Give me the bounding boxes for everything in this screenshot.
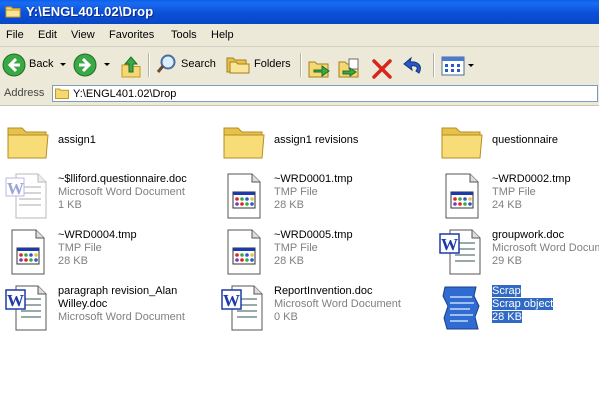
- file-size: 28 KB: [58, 255, 88, 267]
- folder-icon: [441, 127, 483, 159]
- up-folder-icon[interactable]: [120, 52, 142, 82]
- search-icon: [156, 54, 176, 73]
- forward-button[interactable]: [73, 50, 113, 80]
- svg-text:W: W: [223, 291, 240, 310]
- file-item[interactable]: ~WRD0004.tmp TMP File 28 KB: [4, 228, 219, 276]
- views-button[interactable]: [441, 50, 475, 80]
- address-input[interactable]: Y:\ENGL401.02\Drop: [52, 85, 598, 102]
- toolbar-separator: [433, 53, 435, 77]
- file-name: ~$lliford.questionnaire.doc: [58, 173, 187, 185]
- folders-button[interactable]: Folders: [226, 50, 294, 80]
- move-to-icon[interactable]: [308, 53, 332, 83]
- file-type: TMP File: [274, 242, 318, 254]
- file-type: Microsoft Word Document: [58, 311, 185, 323]
- file-item[interactable]: ~WRD0005.tmp TMP File 28 KB: [220, 228, 435, 276]
- menu-bar: File Edit View Favorites Tools Help: [0, 24, 599, 47]
- folders-icon: [226, 57, 250, 74]
- file-item[interactable]: W paragraph revision_Alan Willey.doc Mic…: [4, 284, 219, 332]
- menu-favorites[interactable]: Favorites: [109, 29, 154, 41]
- file-item[interactable]: W ~$lliford.questionnaire.doc Microsoft …: [4, 172, 219, 220]
- views-dropdown-icon[interactable]: [468, 64, 474, 67]
- menu-file[interactable]: File: [6, 29, 24, 41]
- toolbar-separator: [148, 53, 150, 77]
- word-doc-icon: W: [221, 285, 263, 331]
- file-name: assign1: [58, 134, 96, 146]
- file-name: paragraph revision_Alan Willey.doc: [58, 285, 178, 310]
- svg-text:W: W: [7, 179, 24, 198]
- file-name: questionnaire: [492, 134, 559, 146]
- search-button[interactable]: Search: [156, 50, 220, 80]
- file-item-selected[interactable]: Scrap Scrap object 28 KB: [438, 284, 599, 332]
- file-item[interactable]: W ReportInvention.doc Microsoft Word Doc…: [220, 284, 435, 332]
- file-name: ~WRD0005.tmp: [274, 229, 353, 241]
- search-label: Search: [181, 58, 216, 70]
- tmp-file-icon: [227, 173, 261, 219]
- toolbar-separator: [300, 53, 302, 77]
- folder-icon: [5, 6, 21, 18]
- forward-arrow-icon: [73, 53, 97, 77]
- file-type: Microsoft Word Document: [274, 298, 401, 310]
- copy-to-icon[interactable]: [338, 53, 362, 83]
- folder-item[interactable]: assign1: [4, 116, 219, 164]
- svg-text:W: W: [7, 291, 24, 310]
- folder-item[interactable]: questionnaire: [438, 116, 599, 164]
- file-type: TMP File: [58, 242, 102, 254]
- file-name: ~WRD0002.tmp: [492, 173, 571, 185]
- file-type: Microsoft Word Document: [492, 242, 599, 254]
- folder-icon: [55, 88, 69, 99]
- forward-dropdown-icon[interactable]: [104, 63, 110, 66]
- menu-help[interactable]: Help: [211, 29, 234, 41]
- file-type: TMP File: [492, 186, 536, 198]
- file-type: Microsoft Word Document: [58, 186, 185, 198]
- word-ghost-icon: W: [5, 173, 47, 219]
- file-size: 1 KB: [58, 199, 82, 211]
- file-type: Scrap object: [492, 298, 554, 310]
- back-button[interactable]: Back: [2, 50, 66, 80]
- folder-item[interactable]: assign1 revisions: [220, 116, 435, 164]
- title-bar[interactable]: Y:\ENGL401.02\Drop: [0, 0, 599, 24]
- file-item[interactable]: ~WRD0002.tmp TMP File 24 KB: [438, 172, 599, 220]
- file-type: TMP File: [274, 186, 318, 198]
- tmp-file-icon: [445, 173, 479, 219]
- file-size: 28 KB: [274, 199, 304, 211]
- file-name: ReportInvention.doc: [274, 285, 373, 297]
- tmp-file-icon: [227, 229, 261, 275]
- window-title: Y:\ENGL401.02\Drop: [26, 4, 154, 19]
- file-name: ~WRD0001.tmp: [274, 173, 353, 185]
- back-dropdown-icon[interactable]: [60, 63, 66, 66]
- views-icon: [441, 56, 465, 76]
- word-doc-icon: W: [5, 285, 47, 331]
- svg-text:W: W: [441, 235, 458, 254]
- file-size: 0 KB: [274, 311, 298, 323]
- folder-icon: [223, 127, 265, 159]
- file-size: 24 KB: [492, 199, 522, 211]
- file-list: assign1 assign1 revisions questionnaire …: [0, 106, 599, 416]
- file-item[interactable]: W groupwork.doc Microsoft Word Document …: [438, 228, 599, 276]
- folder-icon: [7, 127, 49, 159]
- file-size: 28 KB: [492, 311, 522, 323]
- address-bar: Address Y:\ENGL401.02\Drop: [0, 83, 599, 106]
- file-size: 29 KB: [492, 255, 522, 267]
- word-doc-icon: W: [439, 229, 481, 275]
- address-label: Address: [4, 87, 45, 99]
- folders-label: Folders: [254, 58, 291, 70]
- file-name: groupwork.doc: [492, 229, 565, 241]
- file-name: Scrap: [492, 285, 521, 297]
- file-size: 28 KB: [274, 255, 304, 267]
- menu-edit[interactable]: Edit: [38, 29, 57, 41]
- file-name: ~WRD0004.tmp: [58, 229, 137, 241]
- address-path: Y:\ENGL401.02\Drop: [73, 88, 177, 100]
- tmp-file-icon: [11, 229, 45, 275]
- back-label: Back: [29, 58, 54, 70]
- delete-icon[interactable]: [371, 54, 393, 84]
- standard-toolbar: Back Search Folders: [0, 47, 599, 84]
- menu-tools[interactable]: Tools: [171, 29, 197, 41]
- scrap-icon: [442, 286, 480, 330]
- file-item[interactable]: ~WRD0001.tmp TMP File 28 KB: [220, 172, 435, 220]
- back-arrow-icon: [2, 53, 26, 77]
- menu-view[interactable]: View: [71, 29, 95, 41]
- undo-icon[interactable]: [402, 53, 426, 83]
- file-name: assign1 revisions: [274, 134, 359, 146]
